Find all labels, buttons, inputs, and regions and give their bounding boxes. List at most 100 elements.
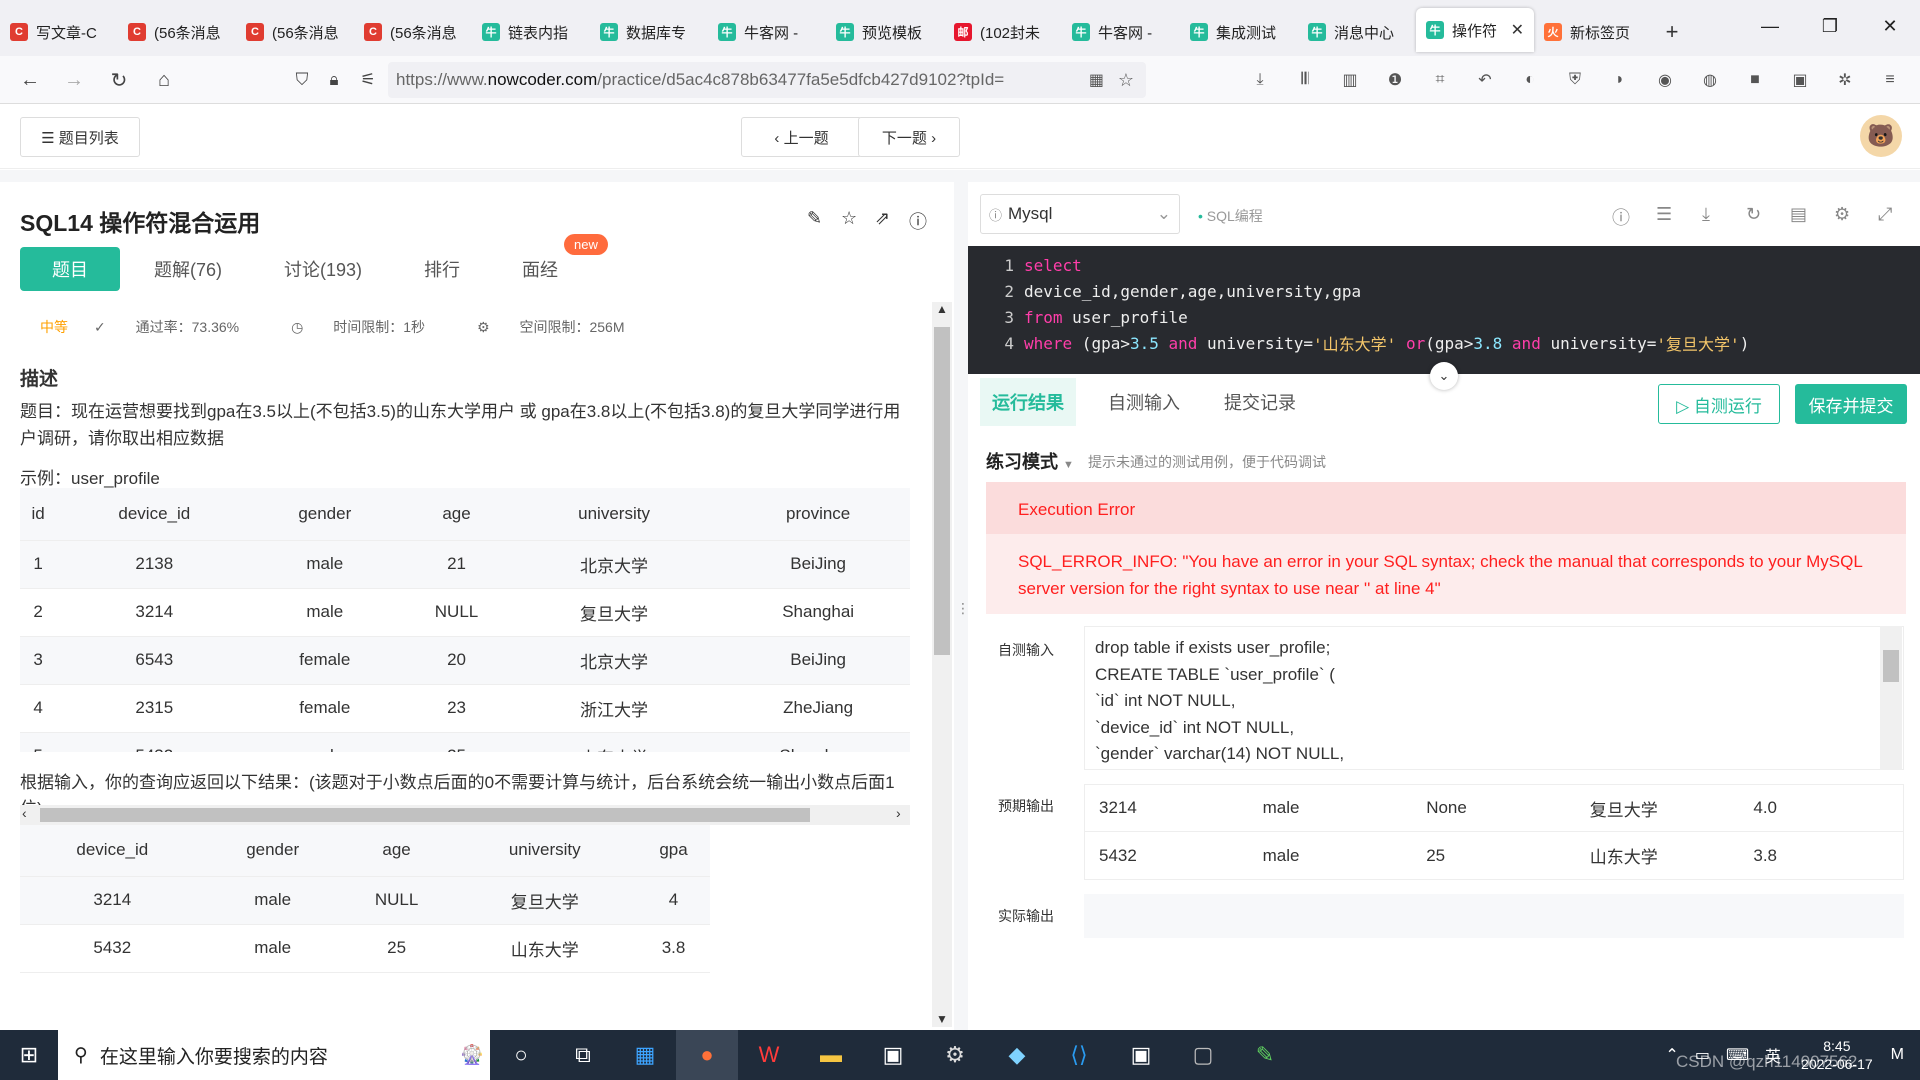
settings-gear-icon[interactable]: ⚙ [1834,204,1850,225]
result-tab[interactable]: 自测输入 [1096,378,1192,426]
info-icon[interactable]: ⓘ [909,208,927,234]
globe-icon[interactable]: ◍ [1698,68,1722,92]
scroll-up-icon[interactable]: ▲ [936,302,948,316]
extension-circle-icon[interactable]: ◉ [1653,68,1677,92]
forward-icon[interactable]: → [60,66,88,94]
browser-tab[interactable]: 邮 (102封未 [944,8,1062,56]
reset-icon[interactable]: ↻ [1746,204,1761,225]
code-editor[interactable]: 1 select 2 device_id,gender,age,university,… [968,246,1920,374]
extension-badge-icon[interactable]: ❶ [1383,68,1407,92]
favorite-star-icon[interactable]: ☆ [841,208,857,229]
problem-tab[interactable]: 排行 [396,247,488,291]
close-window-icon[interactable]: ✕ [1860,0,1920,52]
download-icon[interactable]: ⤓ [1248,68,1272,92]
system-app-icon[interactable]: ▢ [1172,1030,1234,1080]
wps-app-icon[interactable]: W [738,1030,800,1080]
horizontal-scroll-thumb[interactable] [40,808,810,822]
browser-tab[interactable]: 牛链表内指 [472,8,590,56]
scroll-down-icon[interactable]: ▼ [936,1012,948,1026]
close-tab-icon[interactable]: ✕ [1511,20,1524,40]
run-test-button[interactable]: ▷ 自测运行 [1658,384,1780,424]
url-text[interactable]: https://www.nowcoder.com/practice/d5ac4c… [396,70,1076,90]
browser-tab[interactable]: 牛牛客网 - [1062,8,1180,56]
lock-icon[interactable]: 🔒︎ [320,66,348,94]
address-bar[interactable]: https://www.nowcoder.com/practice/d5ac4c… [388,62,1146,98]
save-submit-button[interactable]: 保存并提交 [1795,384,1907,424]
extension-shield2-icon[interactable]: ◗ [1608,68,1632,92]
table-header-cell: id [20,488,57,541]
problem-tab[interactable]: 讨论(193) [256,247,390,291]
sidebar-icon[interactable]: ▥ [1338,68,1362,92]
browser-tab[interactable]: 牛预览模板 [826,8,944,56]
firefox-app-icon[interactable]: ● [676,1030,738,1080]
help-icon[interactable]: ⓘ [1612,204,1630,230]
browser-tab[interactable]: C (56条消息 [118,8,236,56]
undo-icon[interactable]: ↶ [1473,68,1497,92]
extension-icon[interactable]: ◐ [1518,68,1542,92]
notification-icon[interactable]: M [1891,1046,1904,1064]
home-icon[interactable]: ⌂ [150,66,178,94]
cortana-icon[interactable]: ○ [490,1030,552,1080]
extension-green-icon[interactable]: ▣ [1788,68,1812,92]
extension-openai-icon[interactable]: ✲ [1833,68,1857,92]
result-tab[interactable]: 提交记录 [1212,378,1308,426]
qr-code-icon[interactable]: ▦ [1089,70,1104,90]
store-app-icon[interactable]: ▦ [614,1030,676,1080]
next-problem-button[interactable]: 下一题 › [858,117,960,157]
browser-tab[interactable]: 牛集成测试 [1180,8,1298,56]
problem-list-button[interactable]: ☰ 题目列表 [20,117,140,157]
browser-tab[interactable]: 牛消息中心 [1298,8,1416,56]
reload-icon[interactable]: ↻ [105,66,133,94]
video-app-icon[interactable]: ▣ [862,1030,924,1080]
new-tab-icon[interactable]: + [1652,8,1692,56]
scroll-right-icon[interactable]: › [896,805,901,821]
result-tab[interactable]: 运行结果 [980,378,1076,426]
template-icon[interactable]: ▤ [1790,204,1807,225]
browser-tab[interactable]: C 写文章-C [0,8,118,56]
problem-scroll-area[interactable]: 描述 题目：现在运营想要找到gpa在3.5以上(不包括3.5)的山东大学用户 或… [0,302,954,1030]
menu-icon[interactable]: ≡ [1878,68,1902,92]
crop-icon[interactable]: ⌗ [1428,68,1452,92]
avatar[interactable]: 🐻 [1860,115,1902,157]
problem-tab[interactable]: 题目 [20,247,120,291]
gear-app-icon[interactable]: ⚙ [924,1030,986,1080]
browser-tab[interactable]: C (56条消息 [354,8,472,56]
restore-icon[interactable]: ❐ [1800,0,1860,52]
minimize-icon[interactable]: — [1740,0,1800,52]
practice-mode-toggle[interactable]: 练习模式 ▼ [986,448,1074,474]
download-code-icon[interactable]: ⤓ [1702,204,1710,225]
browser-tab[interactable]: 牛数据库专 [590,8,708,56]
permissions-icon[interactable]: ⚟ [354,66,382,94]
custom-input-scroll-thumb[interactable] [1883,650,1899,682]
problem-tab[interactable]: 题解(76) [126,247,250,291]
outline-list-icon[interactable]: ☰ [1656,204,1672,225]
browser-tab[interactable]: 火新标签页 [1534,8,1652,56]
extension-shield-icon[interactable]: ⛨ [1563,68,1587,92]
vertical-scroll-thumb[interactable] [934,327,950,655]
file-explorer-icon[interactable]: ▬ [800,1030,862,1080]
shield-icon[interactable]: ⛉ [288,66,316,94]
bookmark-star-icon[interactable]: ☆ [1118,70,1134,91]
language-select[interactable]: ⓘ Mysql ⌄ [980,194,1180,234]
task-view-icon[interactable]: ⧉ [552,1030,614,1080]
taskbar-search[interactable]: ⚲ 在这里输入你要搜索的内容 🎡 [58,1030,490,1080]
fullscreen-icon[interactable]: ⤢ [1878,204,1892,225]
back-icon[interactable]: ← [16,66,44,94]
browser-tab-active[interactable]: 牛操作符 ✕ [1416,8,1534,52]
edit-icon[interactable]: ✎ [807,208,822,229]
table-cell: NULL [340,876,453,925]
share-icon[interactable]: ⇗ [875,208,890,229]
custom-input-field[interactable]: drop table if exists user_profile; CREATE… [1084,626,1904,770]
extension-mask-icon[interactable]: ■ [1743,68,1767,92]
notes-app-icon[interactable]: ◆ [986,1030,1048,1080]
prev-problem-button[interactable]: ‹ 上一题 [741,117,862,157]
browser-tab[interactable]: 牛牛客网 - [708,8,826,56]
custom-input-scrollbar[interactable] [1880,626,1902,770]
windows-start-icon[interactable]: ⊞ [0,1030,58,1080]
video2-app-icon[interactable]: ▣ [1110,1030,1172,1080]
browser-tab[interactable]: C (56条消息 [236,8,354,56]
scroll-left-icon[interactable]: ‹ [22,805,27,821]
library-icon[interactable]: 𝄃𝄃 [1293,68,1317,92]
vscode-app-icon[interactable]: ⟨⟩ [1048,1030,1110,1080]
code-app-icon[interactable]: ✎ [1234,1030,1296,1080]
